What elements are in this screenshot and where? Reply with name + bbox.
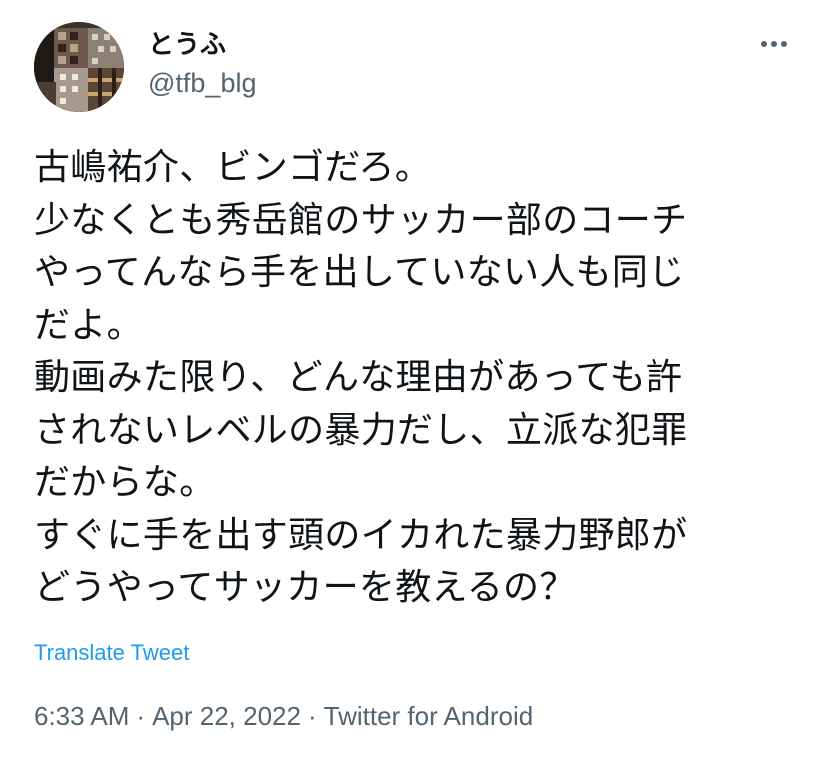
user-handle[interactable]: @tfb_blg [148,66,256,100]
more-options-button[interactable] [754,32,794,56]
tweet-text-line: どうやってサッカーを教えるの？ [34,567,576,608]
tweet-text: 古嶋祐介、ビンゴだろ。 少なくとも秀岳館のサッカー部のコーチ やってんなら手を出… [34,142,804,615]
tweet-text-line: されないレベルの暴力だし、立派な犯罪 [34,409,688,451]
tweet-metadata: 6:33 AM · Apr 22, 2022 · Twitter for Android [34,700,533,732]
tweet-text-line: 少なくとも秀岳館のサッカー部のコーチ [34,199,688,241]
avatar-image [34,22,124,112]
tweet-text-line: すぐに手を出す頭のイカれた暴力野郎が [34,514,688,556]
more-horizontal-icon [761,41,787,47]
tweet-text-line: だよ。 [34,304,143,346]
tweet-time[interactable]: 6:33 AM [34,701,129,731]
tweet-text-line: やってんなら手を出していない人も同じ [34,252,685,293]
tweet-text-line: だからな。 [34,462,216,503]
tweet-text-line: 動画みた限り、どんな理由があっても許 [34,357,683,398]
tweet-text-line: 古嶋祐介、ビンゴだろ。 [34,147,432,188]
tweet-source[interactable]: Twitter for Android [324,701,534,731]
tweet-date[interactable]: Apr 22, 2022 [152,701,301,731]
tweet-header: とうふ @tfb_blg [34,22,794,118]
user-names: とうふ @tfb_blg [148,28,256,100]
avatar[interactable] [34,22,124,112]
display-name[interactable]: とうふ [148,28,256,62]
tweet-card: とうふ @tfb_blg 古嶋祐介、ビンゴだろ。 少なくとも秀岳館のサッカー部の… [0,0,828,765]
meta-separator: · [136,701,146,731]
meta-separator: · [307,701,317,731]
translate-tweet-link[interactable]: Translate Tweet [34,639,189,667]
